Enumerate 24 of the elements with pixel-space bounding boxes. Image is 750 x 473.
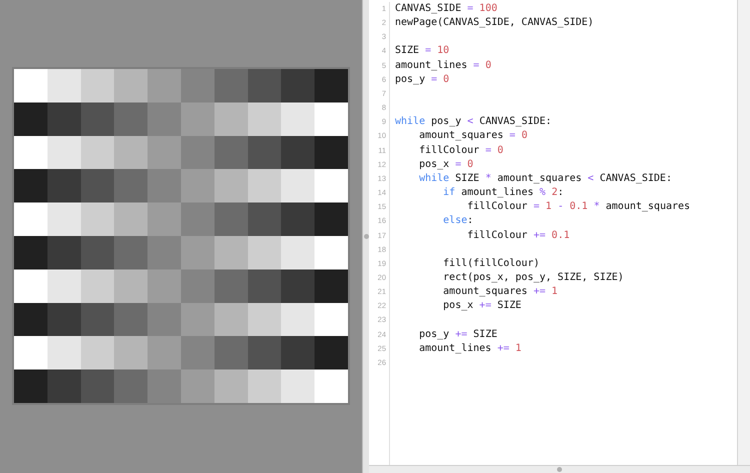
code-line: if amount_lines % 2: (442, 187, 564, 198)
splitter-handle[interactable] (364, 234, 368, 239)
code-line: rect(pos_x, pos_y, SIZE, SIZE) (442, 272, 624, 283)
splitter-handle[interactable] (557, 467, 562, 472)
code-line: amount_squares = 0 (418, 130, 528, 142)
code-line: fillColour = 1 - 0.1 * amount_squares (466, 201, 690, 212)
code-line: pos_y += SIZE (418, 328, 498, 340)
code-line: pos_x += SIZE (442, 300, 522, 312)
scrollbar-track[interactable] (738, 0, 750, 465)
code-line: amount_squares += 1 (442, 286, 558, 298)
code-line: amount_lines = 0 (395, 60, 492, 71)
code-line: pos_x = 0 (418, 158, 474, 170)
code-line: newPage(CANVAS_SIDE, CANVAS_SIDE) (395, 17, 594, 28)
code-line: fillColour += 0.1 (466, 230, 570, 240)
code-line: fillColour = 0 (418, 144, 504, 156)
code-line: SIZE = 10 (395, 45, 450, 56)
code-line: else: (442, 215, 474, 226)
code-line: fill(fillColour) (442, 258, 540, 269)
code-editor[interactable] (369, 0, 738, 465)
code-line: pos_y = 0 (395, 74, 450, 85)
code-line: while SIZE * amount_squares < CANVAS_SIDE: (418, 172, 672, 184)
code-line: CANVAS_SIDE = 100 (395, 3, 498, 14)
code-line: while pos_y < CANVAS_SIDE: (395, 116, 552, 128)
code-line: amount_lines += 1 (418, 342, 522, 354)
